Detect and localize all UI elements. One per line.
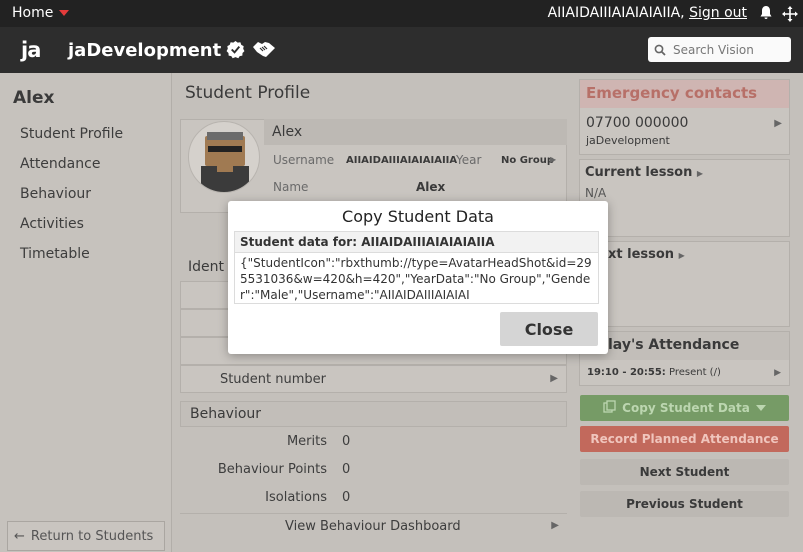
record-planned-attendance-button[interactable]: Record Planned Attendance [580,426,789,452]
arrow-left-icon: ← [14,528,25,544]
current-lesson-value: N/A [585,186,607,200]
sidebar-item-activities[interactable]: Activities [20,216,84,232]
identity-heading: Ident [188,259,224,275]
return-to-students-button[interactable]: ← Return to Students [7,521,165,551]
chevron-right-icon: ▶ [774,118,782,129]
behaviour-points-label: Behaviour Points [217,462,327,477]
chevron-right-icon: ▶ [550,373,558,384]
merits-label: Merits [286,434,327,449]
emergency-phone: 07700 000000 [586,115,689,131]
todays-attendance-panel[interactable]: lay's Attendance 19:10 - 20:55: Present … [579,331,790,386]
dialog-header-name: AIIAIDAIIIAIAIAIAIIA [361,235,495,249]
top-bar: Home AIIAIDAIIIAIAIAIAIIA, Sign out [0,0,803,27]
emergency-org: jaDevelopment [586,134,670,147]
student-number-row[interactable]: Student number ▶ [180,365,567,393]
home-menu[interactable]: Home [12,5,70,21]
brand-bar: ja jaDevelopment Search Vision [0,27,803,73]
chevron-right-icon: ▶ [774,368,781,378]
student-data-textbox[interactable]: {"StudentIcon":"rbxthumb://type=AvatarHe… [234,253,599,304]
search-placeholder: Search Vision [673,42,754,57]
chevron-right-icon: ▶ [678,251,685,260]
sidebar-item-attendance[interactable]: Attendance [20,156,100,172]
sidebar-item-behaviour[interactable]: Behaviour [20,186,91,202]
behaviour-heading: Behaviour [180,401,567,427]
username: AIIAIDAIIIAIAIAIAIIA, [547,5,685,21]
emergency-contacts-panel[interactable]: Emergency contacts 07700 000000 jaDevelo… [579,79,790,155]
chevron-down-icon [755,405,766,411]
dashboard-label: View Behaviour Dashboard [285,519,461,534]
chevron-down-icon [59,10,70,16]
name-value: Alex [416,180,446,194]
search-icon [654,44,666,56]
view-behaviour-dashboard-link[interactable]: View Behaviour Dashboard ▶ [180,513,567,539]
profile-name-bar [264,119,567,145]
sidebar: Alex Student Profile Attendance Behaviou… [0,73,172,552]
behaviour-points-value: 0 [342,462,351,477]
isolations-label: Isolations [265,490,327,505]
move-icon[interactable] [781,5,799,27]
student-number-label: Student number [219,372,326,387]
merits-row: Merits 0 [180,428,567,456]
dialog-header-label: Student data for: [240,235,357,249]
next-student-button[interactable]: Next Student [580,459,789,485]
chevron-right-icon: ▶ [551,520,559,531]
avatar [188,121,260,193]
verified-badge-icon [226,40,245,63]
dialog-title: Copy Student Data [342,207,494,226]
copy-icon [603,400,616,416]
return-label: Return to Students [30,528,154,544]
sign-out-link[interactable]: Sign out [689,5,747,21]
year-value[interactable]: No Group [501,155,554,166]
next-lesson-heading: xt lesson ▶ [608,247,685,262]
name-label: Name [273,180,309,194]
profile-name: Alex [272,124,303,140]
attendance-time: 19:10 - 20:55: [587,367,666,378]
attendance-status: Present (/) [668,367,721,378]
behaviour-points-row: Behaviour Points 0 [180,456,567,484]
isolations-value: 0 [342,490,351,505]
username-label: Username [273,153,335,167]
logo: ja [21,38,41,62]
org-name: jaDevelopment [68,40,222,61]
handshake-icon [252,39,276,63]
previous-student-button[interactable]: Previous Student [580,491,789,517]
copy-student-data-dialog: Copy Student Data Student data for: AIIA… [228,201,608,354]
chevron-right-icon: ▶ [696,169,704,178]
user-info: AIIAIDAIIIAIAIAIAIIA, Sign out [548,5,747,21]
next-lesson-panel[interactable]: xt lesson ▶ [579,241,790,327]
attendance-line: 19:10 - 20:55: Present (/) [587,367,721,378]
search-input[interactable]: Search Vision [648,37,791,62]
current-lesson-panel[interactable]: Current lesson ▶ N/A [579,159,790,237]
sidebar-item-timetable[interactable]: Timetable [20,246,90,262]
username-value: AIIAIDAIIIAIAIAIAIIA [346,155,458,166]
bell-icon[interactable] [758,5,774,25]
student-name-heading: Alex [13,88,55,108]
close-button[interactable]: Close [500,312,598,346]
isolations-row: Isolations 0 [180,484,567,512]
merits-value: 0 [342,434,351,449]
emergency-heading: Emergency contacts [580,80,789,108]
current-lesson-heading: Current lesson ▶ [585,165,704,180]
year-label: Year [456,153,482,167]
attendance-heading: lay's Attendance [580,332,789,360]
sidebar-item-student-profile[interactable]: Student Profile [20,126,123,142]
page-title: Student Profile [185,83,311,103]
copy-label: Copy Student Data [622,401,750,415]
dialog-data-header: Student data for: AIIAIDAIIIAIAIAIAIIA [234,231,599,253]
copy-student-data-button[interactable]: Copy Student Data [580,395,789,421]
chevron-right-icon: ▶ [550,155,557,164]
home-label: Home [12,5,54,21]
